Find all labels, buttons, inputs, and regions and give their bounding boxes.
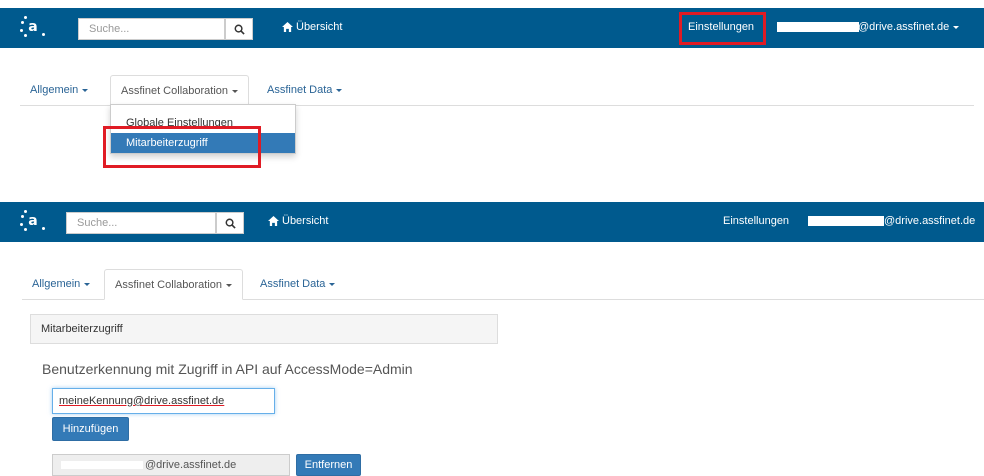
tab-allgemein[interactable]: Allgemein	[20, 75, 98, 105]
search-input[interactable]: Suche...	[66, 212, 216, 234]
nav-home-link[interactable]: Übersicht	[268, 215, 328, 227]
redacted-account-name	[808, 216, 884, 226]
account-menu[interactable]: @drive.assfinet.de	[858, 21, 960, 33]
search-button[interactable]	[216, 212, 244, 234]
add-button[interactable]: Hinzufügen	[52, 417, 129, 441]
account-email-domain[interactable]: @drive.assfinet.de	[884, 215, 975, 227]
search-icon	[225, 218, 236, 229]
highlight-settings-box	[679, 12, 766, 45]
top-tab-bar: Allgemein Assfinet Collaboration Assfine…	[20, 75, 974, 106]
chevron-down-icon	[226, 283, 233, 287]
search-button[interactable]	[225, 18, 253, 40]
top-navbar: a Suche... Übersicht Einstellungen @driv…	[0, 8, 984, 48]
chevron-down-icon	[82, 88, 89, 92]
redacted-account-name	[777, 22, 859, 32]
search-input[interactable]: Suche...	[78, 18, 225, 40]
input-domain-part: @drive.assfinet.de	[133, 395, 225, 407]
home-icon	[268, 216, 279, 226]
assfinet-logo-icon[interactable]: a	[20, 16, 46, 39]
section-title: Benutzerkennung mit Zugriff in API auf A…	[42, 361, 413, 377]
account-email-domain: @drive.assfinet.de	[858, 21, 950, 33]
settings-link[interactable]: Einstellungen	[723, 215, 789, 227]
chevron-down-icon	[336, 88, 343, 92]
tab-assfinet-data[interactable]: Assfinet Data	[250, 269, 345, 299]
existing-user-domain: @drive.assfinet.de	[145, 459, 237, 471]
user-id-input[interactable]: meineKennung@drive.assfinet.de	[52, 388, 275, 414]
chevron-down-icon	[84, 282, 91, 286]
bottom-tab-bar: Allgemein Assfinet Collaboration Assfine…	[22, 269, 984, 300]
nav-home-link[interactable]: Übersicht	[282, 21, 342, 33]
tab-allgemein[interactable]: Allgemein	[22, 269, 100, 299]
chevron-down-icon	[953, 25, 960, 29]
panel-title: Mitarbeiterzugriff	[30, 314, 498, 344]
search-icon	[234, 24, 245, 35]
highlight-mitarbeiterzugriff-box	[103, 126, 261, 168]
nav-home-label: Übersicht	[282, 215, 329, 227]
redacted-user-name	[61, 461, 143, 470]
tab-assfinet-collaboration[interactable]: Assfinet Collaboration	[104, 269, 244, 300]
nav-home-label: Übersicht	[296, 21, 343, 33]
input-user-part: meineKennung	[59, 395, 134, 407]
chevron-down-icon	[329, 282, 336, 286]
remove-button[interactable]: Entfernen	[296, 454, 361, 476]
home-icon	[282, 22, 293, 32]
bottom-navbar: a Suche... Übersicht Einstellungen @driv…	[0, 202, 984, 242]
tab-assfinet-data[interactable]: Assfinet Data	[257, 75, 352, 105]
chevron-down-icon	[232, 89, 239, 93]
assfinet-logo-icon[interactable]: a	[20, 210, 46, 233]
tab-assfinet-collaboration[interactable]: Assfinet Collaboration	[110, 75, 250, 106]
existing-user-entry: @drive.assfinet.de	[52, 454, 290, 476]
